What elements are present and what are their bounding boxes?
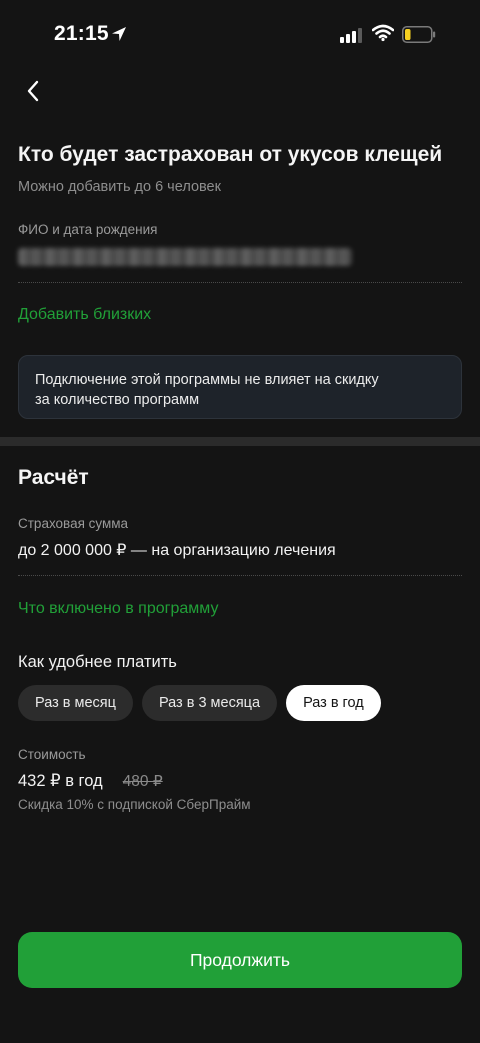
insured-section-title: Кто будет застрахован от укусов клещей xyxy=(18,143,443,166)
continue-button[interactable]: Продолжить xyxy=(18,932,462,988)
cellular-signal-icon xyxy=(340,28,362,43)
field-divider xyxy=(18,282,462,283)
calculation-section-title: Расчёт xyxy=(18,466,89,489)
insured-person-field-label: ФИО и дата рождения xyxy=(18,222,158,237)
program-coverage-link[interactable]: Что включено в программу xyxy=(18,600,218,618)
status-time: 21:15 xyxy=(54,22,109,45)
add-relatives-link[interactable]: Добавить близких xyxy=(18,306,151,324)
insured-sum-value: до 2 000 000 ₽ — на организацию лечения xyxy=(18,542,336,559)
payment-frequency-title: Как удобнее платить xyxy=(18,653,177,671)
payment-frequency-options: Раз в месяц Раз в 3 месяца Раз в год xyxy=(18,685,381,721)
back-button[interactable] xyxy=(18,76,48,106)
notice-text-line1: Подключение этой программы не влияет на … xyxy=(35,372,379,388)
wifi-icon xyxy=(372,24,394,42)
status-bar: 21:15 xyxy=(0,0,480,70)
cost-label: Стоимость xyxy=(18,747,86,762)
payment-option-quarterly[interactable]: Раз в 3 месяца xyxy=(141,685,278,721)
battery-low-icon xyxy=(402,26,436,43)
insurance-form-screen: 21:15 Кто будет застрахован от укусов кл xyxy=(0,0,480,1043)
insured-section-subtitle: Можно добавить до 6 человек xyxy=(18,179,221,195)
insured-person-value-redacted[interactable] xyxy=(18,248,352,266)
location-arrow-icon xyxy=(112,27,126,41)
payment-option-yearly[interactable]: Раз в год xyxy=(286,685,381,721)
discount-notice-banner: Подключение этой программы не влияет на … xyxy=(18,355,462,419)
payment-option-monthly[interactable]: Раз в месяц xyxy=(18,685,133,721)
section-divider xyxy=(0,437,480,446)
cost-row: 432 ₽ в год 480 ₽ xyxy=(18,771,163,791)
current-price: 432 ₽ в год xyxy=(18,772,103,790)
sum-divider xyxy=(18,575,462,576)
old-price: 480 ₽ xyxy=(122,773,163,790)
notice-text-line2: за количество программ xyxy=(35,392,200,408)
insured-sum-label: Страховая сумма xyxy=(18,516,129,531)
chevron-left-icon xyxy=(27,80,39,102)
subscription-discount-note: Скидка 10% с подпиской СберПрайм xyxy=(18,797,251,812)
